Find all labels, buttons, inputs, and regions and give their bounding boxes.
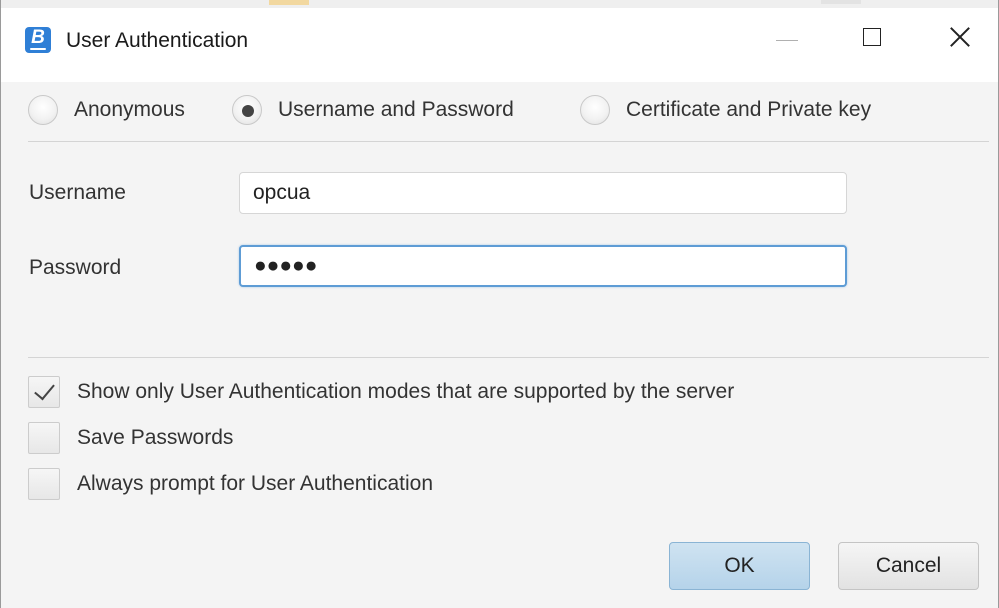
checkmark-icon bbox=[28, 376, 60, 408]
always-prompt-checkbox[interactable]: Always prompt for User Authentication bbox=[28, 467, 433, 501]
title-bar: B User Authentication bbox=[1, 0, 998, 82]
auth-mode-group: Anonymous Username and Password Certific… bbox=[1, 90, 998, 130]
radio-circle bbox=[580, 95, 610, 125]
checkbox-label: Always prompt for User Authentication bbox=[77, 472, 433, 495]
username-label: Username bbox=[29, 181, 126, 204]
background-mark bbox=[821, 0, 861, 4]
window-title: User Authentication bbox=[66, 29, 249, 52]
ok-button[interactable]: OK bbox=[669, 542, 810, 590]
radio-dot bbox=[242, 105, 254, 117]
maximize-icon bbox=[863, 28, 881, 46]
divider bbox=[28, 141, 989, 142]
username-input[interactable] bbox=[239, 172, 847, 214]
radio-anonymous[interactable]: Anonymous bbox=[28, 90, 185, 130]
minimize-button[interactable] bbox=[756, 8, 816, 78]
show-supported-modes-checkbox[interactable]: Show only User Authentication modes that… bbox=[28, 375, 734, 409]
close-button[interactable] bbox=[931, 8, 991, 78]
cancel-button[interactable]: Cancel bbox=[838, 542, 979, 590]
save-passwords-checkbox[interactable]: Save Passwords bbox=[28, 421, 233, 455]
minimize-icon bbox=[776, 40, 798, 41]
radio-username-password[interactable]: Username and Password bbox=[232, 90, 514, 130]
app-icon: B bbox=[25, 27, 51, 53]
background-mark bbox=[269, 0, 309, 5]
checkbox-label: Save Passwords bbox=[77, 426, 234, 449]
checkbox-box bbox=[28, 422, 60, 454]
radio-circle bbox=[28, 95, 58, 125]
radio-certificate-private-key[interactable]: Certificate and Private key bbox=[580, 90, 871, 130]
close-icon bbox=[949, 26, 971, 48]
divider bbox=[28, 357, 989, 358]
user-authentication-dialog: B User Authentication Anonymous Username… bbox=[0, 0, 999, 608]
radio-label: Username and Password bbox=[278, 98, 514, 121]
password-label: Password bbox=[29, 256, 122, 279]
checkbox-label: Show only User Authentication modes that… bbox=[77, 380, 735, 403]
radio-circle-selected bbox=[232, 95, 262, 125]
background-strip bbox=[1, 0, 998, 8]
maximize-button[interactable] bbox=[839, 8, 899, 78]
checkbox-box bbox=[28, 468, 60, 500]
radio-label: Anonymous bbox=[74, 98, 185, 121]
radio-label: Certificate and Private key bbox=[626, 98, 872, 121]
password-input[interactable] bbox=[239, 245, 847, 287]
